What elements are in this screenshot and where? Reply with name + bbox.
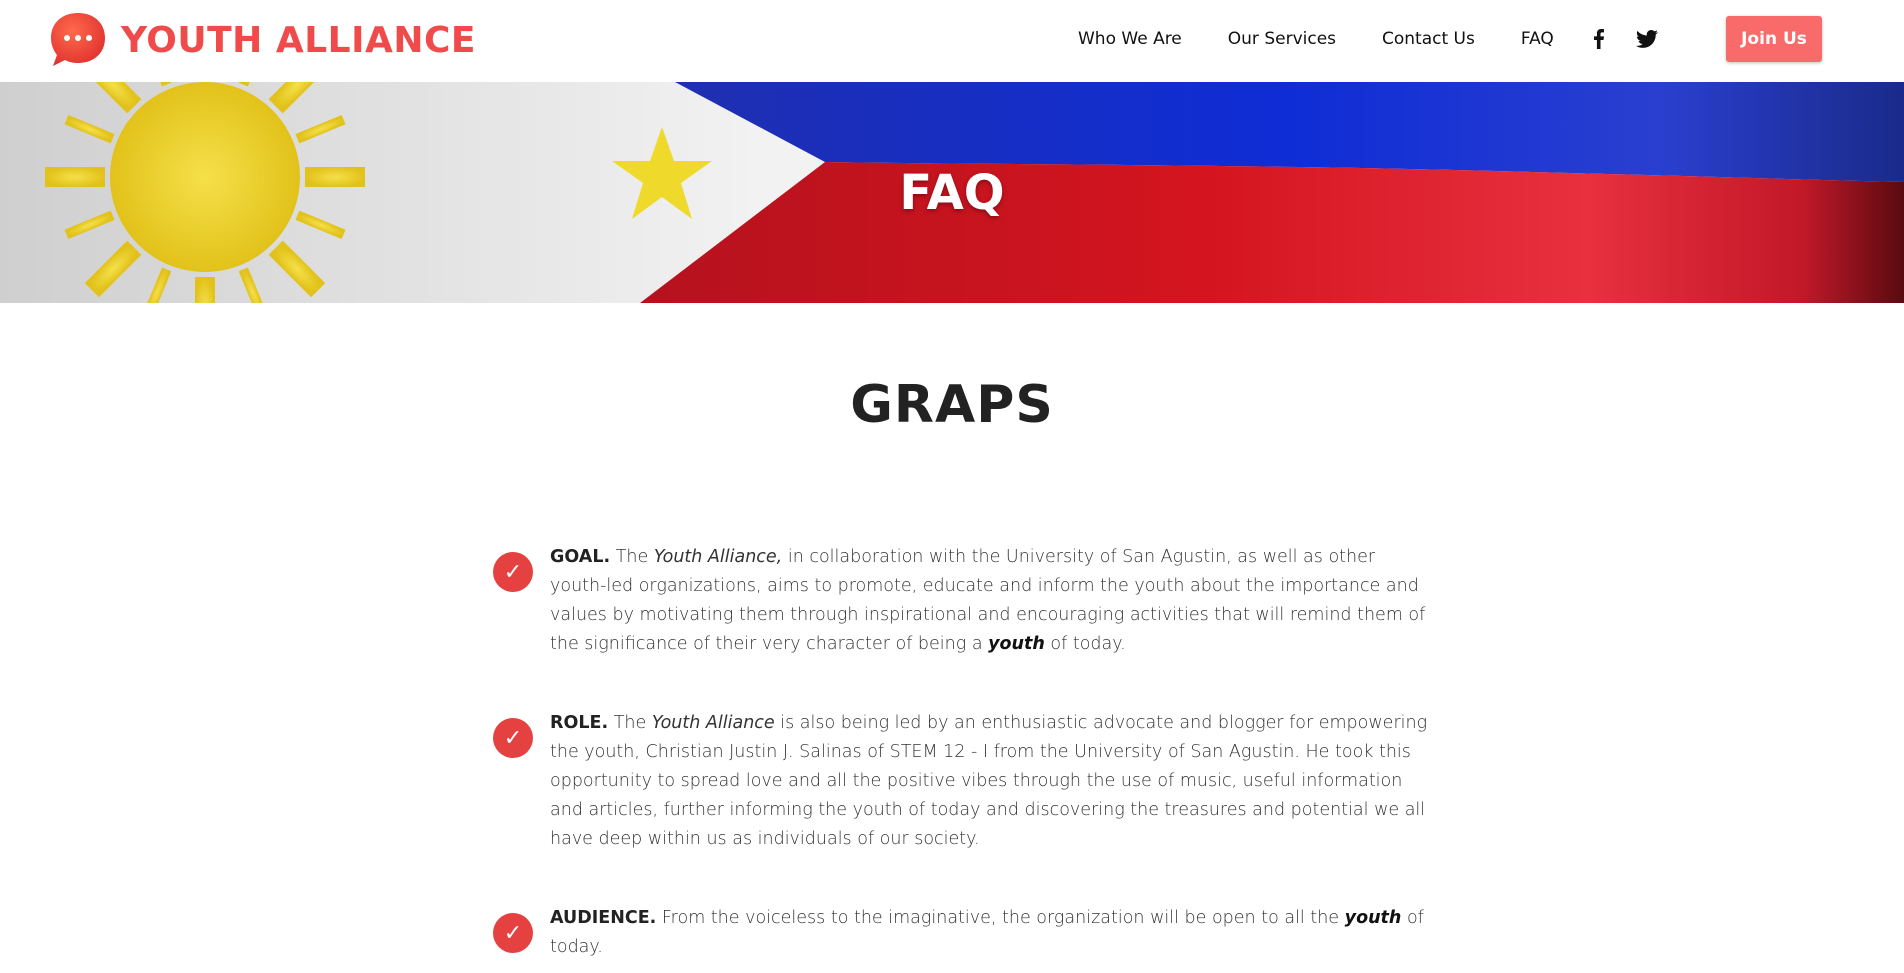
header: YOUTH ALLIANCE Who We Are Our Services C… (0, 0, 1904, 82)
faq-text: ROLE. The Youth Alliance is also being l… (550, 713, 1428, 849)
nav-faq[interactable]: FAQ (1521, 29, 1554, 49)
check-icon: ✓ (493, 552, 533, 592)
join-us-button[interactable]: Join Us (1726, 16, 1822, 62)
nav-our-services[interactable]: Our Services (1228, 29, 1336, 49)
chat-bubble-icon (47, 9, 109, 71)
brand-name: YOUTH ALLIANCE (121, 19, 476, 61)
faq-text: GOAL. The Youth Alliance, in collaborati… (550, 547, 1426, 654)
main-nav: Who We Are Our Services Contact Us FAQ (1078, 0, 1554, 78)
check-icon: ✓ (493, 913, 533, 953)
faq-text: AUDIENCE. From the voiceless to the imag… (550, 908, 1424, 957)
nav-who-we-are[interactable]: Who We Are (1078, 29, 1182, 49)
check-icon: ✓ (493, 718, 533, 758)
twitter-icon[interactable] (1635, 27, 1659, 51)
facebook-icon[interactable] (1587, 27, 1611, 51)
nav-contact-us[interactable]: Contact Us (1382, 29, 1475, 49)
social-links (1587, 27, 1683, 51)
banner-title: FAQ (899, 164, 1005, 221)
section-title: GRAPS (850, 375, 1054, 435)
brand-logo[interactable]: YOUTH ALLIANCE (47, 8, 476, 72)
